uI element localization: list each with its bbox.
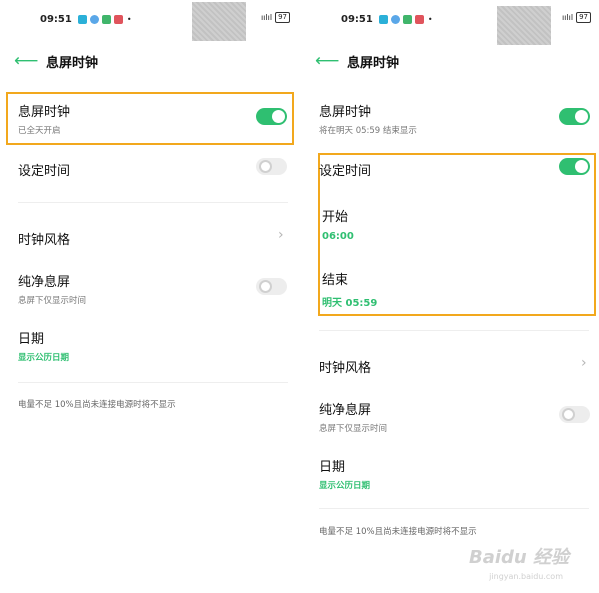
aod-clock-toggle[interactable] xyxy=(256,108,287,125)
battery-icon: 97 xyxy=(576,12,591,23)
back-arrow-icon[interactable]: ⟵ xyxy=(315,51,339,71)
back-arrow-icon[interactable]: ⟵ xyxy=(14,51,38,71)
right-screen: 09:51 • ıılıl 97 ⟵ 息屏时钟 息屏时钟 将在明天 05:59 … xyxy=(301,0,599,593)
setting-title: 纯净息屏 xyxy=(319,403,372,418)
start-label: 开始 xyxy=(322,210,349,225)
app-notification-icon xyxy=(414,14,424,24)
setting-title: 日期 xyxy=(18,332,45,347)
status-right: ıılıl 97 xyxy=(562,12,591,23)
app-notification-icon xyxy=(390,14,400,24)
setting-title: 息屏时钟 xyxy=(18,105,71,120)
signal-icon: ıılıl xyxy=(260,13,273,22)
setting-title: 日期 xyxy=(319,460,346,475)
setting-subtitle: 息屏下仅显示时间 xyxy=(319,424,388,434)
setting-title: 时钟风格 xyxy=(319,361,372,376)
app-notification-icon xyxy=(101,14,111,24)
app-notification-icon xyxy=(402,14,412,24)
setting-subtitle: 将在明天 05:59 结束显示 xyxy=(319,126,417,136)
setting-title: 纯净息屏 xyxy=(18,275,71,290)
status-time: 09:51 xyxy=(40,13,72,25)
set-time-toggle[interactable] xyxy=(559,158,590,175)
app-notification-icon xyxy=(89,14,99,24)
status-bar: 09:51 • ıılıl 97 xyxy=(341,10,591,28)
setting-subtitle: 息屏下仅显示时间 xyxy=(18,296,87,306)
divider xyxy=(319,508,589,509)
setting-title: 设定时间 xyxy=(319,164,372,179)
setting-date[interactable]: 日期 显示公历日期 xyxy=(319,456,591,491)
watermark-url: jingyan.baidu.com xyxy=(489,572,563,581)
set-time-toggle[interactable] xyxy=(256,158,287,175)
battery-icon: 97 xyxy=(275,12,290,23)
pure-aod-toggle[interactable] xyxy=(256,278,287,295)
setting-value: 显示公历日期 xyxy=(18,353,70,363)
signal-icon: ıılıl xyxy=(561,13,574,22)
page-title: 息屏时钟 xyxy=(347,55,400,71)
setting-set-time[interactable]: 设定时间 xyxy=(319,160,591,179)
app-notification-icon xyxy=(378,14,388,24)
status-time: 09:51 xyxy=(341,13,373,25)
setting-value: 显示公历日期 xyxy=(319,481,371,491)
redacted-area xyxy=(497,6,551,45)
footer-note: 电量不足 10%且尚未连接电源时将不显示 xyxy=(18,400,176,410)
setting-title: 息屏时钟 xyxy=(319,105,372,120)
divider xyxy=(18,382,288,383)
start-time-item[interactable]: 开始 06:00 xyxy=(322,206,591,242)
setting-aod-clock[interactable]: 息屏时钟 将在明天 05:59 结束显示 xyxy=(319,101,591,136)
setting-clock-style[interactable]: 时钟风格 xyxy=(319,357,591,376)
watermark-logo: Baidu 经验 xyxy=(468,547,569,568)
page-header: ⟵ 息屏时钟 xyxy=(315,50,399,72)
setting-date[interactable]: 日期 显示公历日期 xyxy=(18,328,290,363)
status-more-indicator: • xyxy=(427,14,433,24)
pure-aod-toggle[interactable] xyxy=(559,406,590,423)
divider xyxy=(319,330,589,331)
footer-note: 电量不足 10%且尚未连接电源时将不显示 xyxy=(319,527,477,537)
app-notification-icon xyxy=(77,14,87,24)
setting-clock-style[interactable]: 时钟风格 xyxy=(18,229,290,248)
left-screen: 09:51 • ıılıl 97 ⟵ 息屏时钟 息屏时钟 已全天开启 设定时间 … xyxy=(0,0,298,593)
aod-clock-toggle[interactable] xyxy=(559,108,590,125)
setting-aod-clock[interactable]: 息屏时钟 已全天开启 xyxy=(18,101,290,136)
app-notification-icon xyxy=(113,14,123,24)
setting-pure-aod[interactable]: 纯净息屏 息屏下仅显示时间 xyxy=(319,399,591,434)
setting-title: 时钟风格 xyxy=(18,233,71,248)
setting-pure-aod[interactable]: 纯净息屏 息屏下仅显示时间 xyxy=(18,271,290,306)
end-label: 结束 xyxy=(322,273,349,288)
page-title: 息屏时钟 xyxy=(46,55,99,71)
status-more-indicator: • xyxy=(126,14,132,24)
setting-subtitle: 已全天开启 xyxy=(18,126,61,136)
end-time-item[interactable]: 结束 明天 05:59 xyxy=(322,269,591,309)
setting-set-time[interactable]: 设定时间 xyxy=(18,160,290,179)
page-header: ⟵ 息屏时钟 xyxy=(14,50,98,72)
divider xyxy=(18,202,288,203)
redacted-area xyxy=(192,2,246,41)
status-bar: 09:51 • ıılıl 97 xyxy=(40,10,290,28)
start-value: 06:00 xyxy=(322,231,354,242)
status-right: ıılıl 97 xyxy=(261,12,290,23)
end-value: 明天 05:59 xyxy=(322,298,378,309)
chevron-right-icon: › xyxy=(278,227,284,243)
chevron-right-icon: › xyxy=(581,355,587,371)
setting-title: 设定时间 xyxy=(18,164,71,179)
